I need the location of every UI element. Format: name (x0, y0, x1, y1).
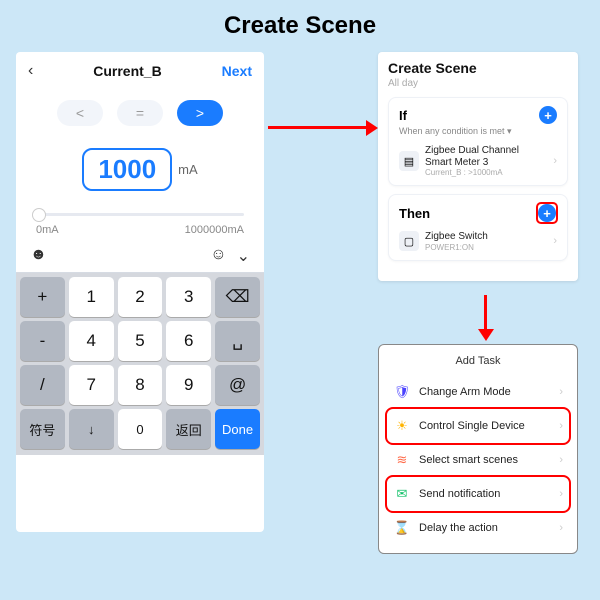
task-label: Control Single Device (419, 420, 525, 432)
if-device-name: Zigbee Dual Channel Smart Meter 3 (425, 145, 547, 168)
if-device-row[interactable]: ▤ Zigbee Dual Channel Smart Meter 3 Curr… (399, 145, 557, 177)
add-action-button[interactable]: + (538, 204, 556, 222)
phone-create-scene: Create Scene All day If + When any condi… (378, 52, 578, 281)
value-slider[interactable] (36, 213, 244, 216)
key-done[interactable]: Done (215, 409, 260, 449)
op-less-than[interactable]: < (57, 100, 103, 126)
emoji-icon[interactable]: ☺ (210, 246, 226, 266)
arrow-down-icon (478, 295, 494, 341)
meter-icon: ▤ (399, 151, 419, 171)
value-input[interactable]: 1000 (82, 148, 172, 191)
task-label: Send notification (419, 488, 500, 500)
key-plus[interactable]: + (20, 277, 65, 317)
chevron-right-icon: › (553, 235, 557, 247)
value-unit: mA (178, 162, 198, 177)
task-label: Delay the action (419, 522, 498, 534)
chevron-right-icon: › (559, 386, 563, 398)
key-minus[interactable]: - (20, 321, 65, 361)
key-9[interactable]: 9 (166, 365, 211, 405)
key-6[interactable]: 6 (166, 321, 211, 361)
phone-condition-editor: ‹ Current_B Next < = > 1000 mA 0mA 10000… (16, 52, 264, 532)
add-task-title: Add Task (387, 355, 569, 367)
then-card: Then + ▢ Zigbee Switch POWER1:ON › (388, 194, 568, 261)
key-return[interactable]: 返回 (166, 409, 211, 449)
task-select-smart-scenes[interactable]: ≋ Select smart scenes › (387, 443, 569, 477)
key-backspace[interactable]: ⌫ (215, 277, 260, 317)
rt-title: Create Scene (388, 60, 568, 76)
key-8[interactable]: 8 (118, 365, 163, 405)
shield-icon: 🛡 (393, 383, 411, 401)
if-card: If + When any condition is met ▾ ▤ Zigbe… (388, 97, 568, 186)
chevron-right-icon: › (559, 488, 563, 500)
op-greater-than[interactable]: > (177, 100, 223, 126)
chevron-right-icon: › (559, 522, 563, 534)
msg-icon: ✉ (393, 485, 411, 503)
then-device-cond: POWER1:ON (425, 243, 547, 252)
if-label: If (399, 108, 407, 123)
task-send-notification[interactable]: ✉ Send notification › (387, 477, 569, 511)
key-hide[interactable]: ↓ (69, 409, 114, 449)
chevron-right-icon: › (559, 420, 563, 432)
rt-subtitle: All day (388, 78, 568, 89)
switch-icon: ▢ (399, 231, 419, 251)
page-title: Create Scene (0, 12, 600, 40)
if-mode[interactable]: When any condition is met ▾ (399, 126, 557, 137)
range-min: 0mA (36, 224, 59, 236)
back-button[interactable]: ‹ (28, 62, 33, 80)
key-4[interactable]: 4 (69, 321, 114, 361)
task-label: Change Arm Mode (419, 386, 511, 398)
task-change-arm-mode[interactable]: 🛡 Change Arm Mode › (387, 375, 569, 409)
next-button[interactable]: Next (222, 63, 252, 79)
sticker-icon[interactable]: ☻ (30, 246, 47, 266)
hour-icon: ⌛ (393, 519, 411, 537)
task-delay-the-action[interactable]: ⌛ Delay the action › (387, 511, 569, 545)
dropdown-icon[interactable]: ⌄ (237, 246, 250, 266)
arrow-right-icon (268, 120, 378, 136)
key-5[interactable]: 5 (118, 321, 163, 361)
key-3[interactable]: 3 (166, 277, 211, 317)
scenes-icon: ≋ (393, 451, 411, 469)
phone-add-task: Add Task 🛡 Change Arm Mode › ☀ Control Singl… (378, 344, 578, 554)
task-control-single-device[interactable]: ☀ Control Single Device › (387, 409, 569, 443)
operator-row: < = > (16, 100, 264, 126)
key-2[interactable]: 2 (118, 277, 163, 317)
then-device-name: Zigbee Switch (425, 231, 547, 243)
chevron-right-icon: › (553, 155, 557, 167)
key-slash[interactable]: / (20, 365, 65, 405)
key-1[interactable]: 1 (69, 277, 114, 317)
numeric-keyboard: + 1 2 3 ⌫ - 4 5 6 ␣ / 7 8 9 @ 符号 ↓ 0 返回 … (16, 273, 264, 455)
key-7[interactable]: 7 (69, 365, 114, 405)
key-symbols[interactable]: 符号 (20, 409, 65, 449)
range-max: 1000000mA (185, 224, 244, 236)
then-label: Then (399, 206, 430, 221)
if-device-cond: Current_B : >1000mA (425, 168, 547, 177)
key-space[interactable]: ␣ (215, 321, 260, 361)
add-action-highlight: + (537, 203, 557, 223)
key-0[interactable]: 0 (118, 409, 163, 449)
task-label: Select smart scenes (419, 454, 518, 466)
then-device-row[interactable]: ▢ Zigbee Switch POWER1:ON › (399, 231, 557, 252)
add-condition-button[interactable]: + (539, 106, 557, 124)
screen-title: Current_B (93, 63, 161, 79)
key-at[interactable]: @ (215, 365, 260, 405)
sun-icon: ☀ (393, 417, 411, 435)
op-equal[interactable]: = (117, 100, 163, 126)
chevron-right-icon: › (559, 454, 563, 466)
